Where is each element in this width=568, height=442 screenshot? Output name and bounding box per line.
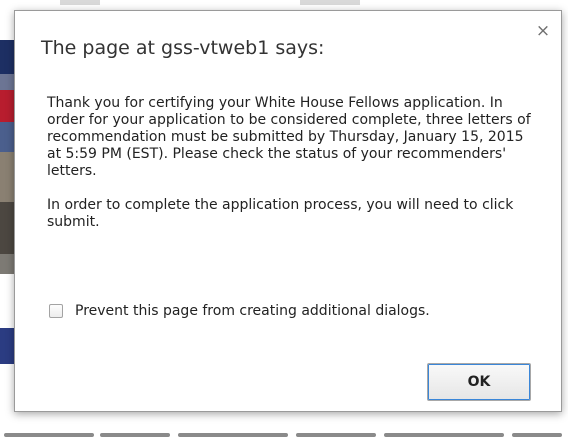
background-fragment (384, 433, 504, 437)
background-fragment (0, 90, 14, 122)
background-fragment (0, 202, 14, 254)
background-fragment (0, 40, 14, 74)
background-fragment (100, 433, 170, 437)
message-paragraph: Thank you for certifying your White Hous… (47, 95, 531, 179)
background-fragment (0, 254, 14, 274)
close-icon[interactable]: × (535, 23, 551, 40)
background-fragment (300, 0, 360, 5)
background-fragment (0, 328, 14, 364)
background-fragment (0, 74, 14, 90)
background-fragment (0, 122, 14, 152)
message-paragraph: In order to complete the application pro… (47, 197, 514, 230)
alert-dialog: × The page at gss-vtweb1 says: Thank you… (14, 10, 562, 412)
background-page-left (0, 0, 14, 442)
background-fragment (4, 433, 94, 437)
ok-button[interactable]: OK (427, 363, 531, 401)
background-fragment (0, 18, 14, 40)
background-page-bottom (0, 420, 568, 442)
prevent-dialogs-row[interactable]: Prevent this page from creating addition… (49, 303, 430, 319)
background-page-top (0, 0, 568, 10)
background-fragment (178, 433, 288, 437)
dialog-title: The page at gss-vtweb1 says: (41, 37, 325, 59)
prevent-dialogs-checkbox[interactable] (49, 304, 63, 318)
background-fragment (60, 0, 100, 5)
background-fragment (0, 152, 14, 202)
background-fragment (296, 433, 376, 437)
background-fragment (512, 433, 562, 437)
dialog-message: Thank you for certifying your White Hous… (47, 95, 547, 248)
prevent-dialogs-label[interactable]: Prevent this page from creating addition… (75, 303, 430, 319)
